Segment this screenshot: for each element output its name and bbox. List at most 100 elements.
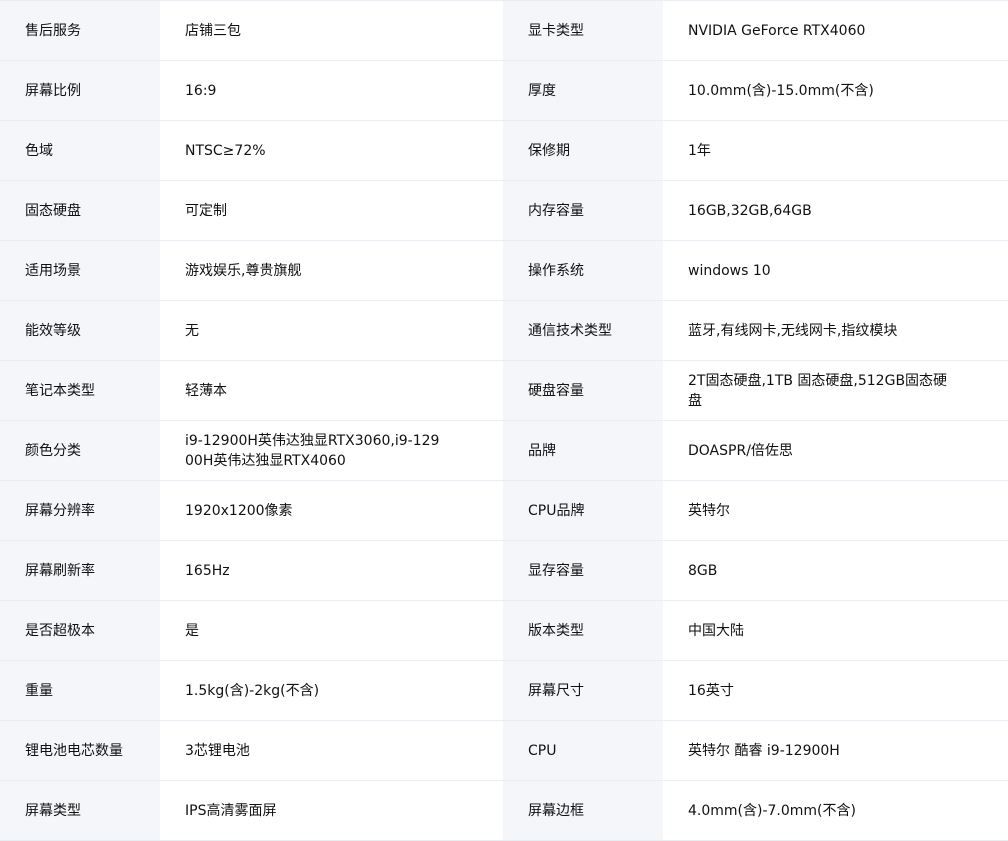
spec-value: 1年 [688, 142, 711, 159]
table-cell: CPU [503, 721, 663, 781]
table-cell: 能效等级 [0, 301, 160, 361]
table-cell: 内存容量 [503, 181, 663, 241]
spec-label: 厚度 [528, 82, 556, 99]
table-cell: 版本类型 [503, 601, 663, 661]
spec-label: 屏幕尺寸 [528, 682, 584, 699]
table-cell: 16:9 [160, 61, 503, 121]
spec-value: windows 10 [688, 262, 771, 279]
table-cell: 保修期 [503, 121, 663, 181]
table-cell: 屏幕尺寸 [503, 661, 663, 721]
table-cell: 游戏娱乐,尊贵旗舰 [160, 241, 503, 301]
spec-label: 硬盘容量 [528, 382, 584, 399]
table-cell: DOASPR/倍佐思 [663, 421, 1008, 481]
table-cell: 4.0mm(含)-7.0mm(不含) [663, 781, 1008, 841]
table-cell: 8GB [663, 541, 1008, 601]
spec-label: 售后服务 [25, 22, 81, 39]
table-cell: 显卡类型 [503, 1, 663, 61]
spec-label: CPU品牌 [528, 502, 585, 519]
spec-label: 内存容量 [528, 202, 584, 219]
spec-label: 重量 [25, 682, 53, 699]
table-cell: 笔记本类型 [0, 361, 160, 421]
table-cell: 中国大陆 [663, 601, 1008, 661]
spec-value: 10.0mm(含)-15.0mm(不含) [688, 82, 874, 99]
table-cell: 165Hz [160, 541, 503, 601]
spec-label: 屏幕比例 [25, 82, 81, 99]
spec-value: IPS高清雾面屏 [185, 802, 277, 819]
table-cell: 固态硬盘 [0, 181, 160, 241]
table-cell: 显存容量 [503, 541, 663, 601]
spec-label: 操作系统 [528, 262, 584, 279]
spec-value: DOASPR/倍佐思 [688, 442, 793, 459]
spec-value: 轻薄本 [185, 382, 227, 399]
spec-value: 1920x1200像素 [185, 502, 293, 519]
spec-label: 版本类型 [528, 622, 584, 639]
spec-value: 中国大陆 [688, 622, 744, 639]
spec-label: 是否超极本 [25, 622, 95, 639]
table-cell: NVIDIA GeForce RTX4060 [663, 1, 1008, 61]
table-cell: 英特尔 [663, 481, 1008, 541]
spec-value: 8GB [688, 562, 718, 579]
spec-label: 屏幕分辨率 [25, 502, 95, 519]
spec-value: 4.0mm(含)-7.0mm(不含) [688, 802, 856, 819]
spec-label: 屏幕边框 [528, 802, 584, 819]
spec-label: 颜色分类 [25, 442, 81, 459]
spec-value: 1.5kg(含)-2kg(不含) [185, 682, 320, 699]
spec-value: 游戏娱乐,尊贵旗舰 [185, 262, 302, 279]
spec-label: CPU [528, 742, 557, 759]
spec-label: 保修期 [528, 142, 570, 159]
table-cell: 16英寸 [663, 661, 1008, 721]
table-cell: CPU品牌 [503, 481, 663, 541]
spec-value: 3芯锂电池 [185, 742, 250, 759]
table-cell: 3芯锂电池 [160, 721, 503, 781]
spec-label: 屏幕刷新率 [25, 562, 95, 579]
spec-value: 英特尔 [688, 502, 730, 519]
table-cell: 屏幕刷新率 [0, 541, 160, 601]
table-cell: 屏幕边框 [503, 781, 663, 841]
table-cell: 16GB,32GB,64GB [663, 181, 1008, 241]
spec-label: 固态硬盘 [25, 202, 81, 219]
spec-value: NVIDIA GeForce RTX4060 [688, 22, 866, 39]
table-cell: 10.0mm(含)-15.0mm(不含) [663, 61, 1008, 121]
table-cell: 硬盘容量 [503, 361, 663, 421]
table-cell: 屏幕比例 [0, 61, 160, 121]
spec-label: 能效等级 [25, 322, 81, 339]
spec-value: 店铺三包 [185, 22, 241, 39]
table-cell: 适用场景 [0, 241, 160, 301]
spec-label: 笔记本类型 [25, 382, 95, 399]
table-cell: 重量 [0, 661, 160, 721]
table-cell: 英特尔 酷睿 i9-12900H [663, 721, 1008, 781]
table-cell: 是 [160, 601, 503, 661]
spec-value: 165Hz [185, 562, 230, 579]
table-cell: 售后服务 [0, 1, 160, 61]
table-cell: i9-12900H英伟达独显RTX3060,i9-12900H英伟达独显RTX4… [160, 421, 503, 481]
spec-value: i9-12900H英伟达独显RTX3060,i9-12900H英伟达独显RTX4… [185, 432, 440, 469]
table-cell: 颜色分类 [0, 421, 160, 481]
table-cell: 屏幕分辨率 [0, 481, 160, 541]
spec-label: 通信技术类型 [528, 322, 612, 339]
table-cell: 色域 [0, 121, 160, 181]
spec-label: 锂电池电芯数量 [25, 742, 123, 759]
table-cell: 屏幕类型 [0, 781, 160, 841]
table-cell: 操作系统 [503, 241, 663, 301]
table-cell: IPS高清雾面屏 [160, 781, 503, 841]
table-cell: 店铺三包 [160, 1, 503, 61]
table-cell: 是否超极本 [0, 601, 160, 661]
table-cell: 无 [160, 301, 503, 361]
table-cell: 2T固态硬盘,1TB 固态硬盘,512GB固态硬盘 [663, 361, 1008, 421]
table-cell: 锂电池电芯数量 [0, 721, 160, 781]
spec-label: 品牌 [528, 442, 556, 459]
spec-label: 色域 [25, 142, 53, 159]
table-cell: 1年 [663, 121, 1008, 181]
spec-label: 显存容量 [528, 562, 584, 579]
table-cell: 厚度 [503, 61, 663, 121]
table-cell: 可定制 [160, 181, 503, 241]
spec-value: 是 [185, 622, 199, 639]
table-cell: 1.5kg(含)-2kg(不含) [160, 661, 503, 721]
spec-value: 蓝牙,有线网卡,无线网卡,指纹模块 [688, 322, 898, 339]
spec-table: 售后服务 店铺三包 显卡类型 NVIDIA GeForce RTX4060 屏幕比例 16… [0, 0, 1008, 841]
spec-value: 16GB,32GB,64GB [688, 202, 812, 219]
spec-label: 显卡类型 [528, 22, 584, 39]
spec-value: 16:9 [185, 82, 217, 99]
table-cell: 蓝牙,有线网卡,无线网卡,指纹模块 [663, 301, 1008, 361]
spec-label: 屏幕类型 [25, 802, 81, 819]
